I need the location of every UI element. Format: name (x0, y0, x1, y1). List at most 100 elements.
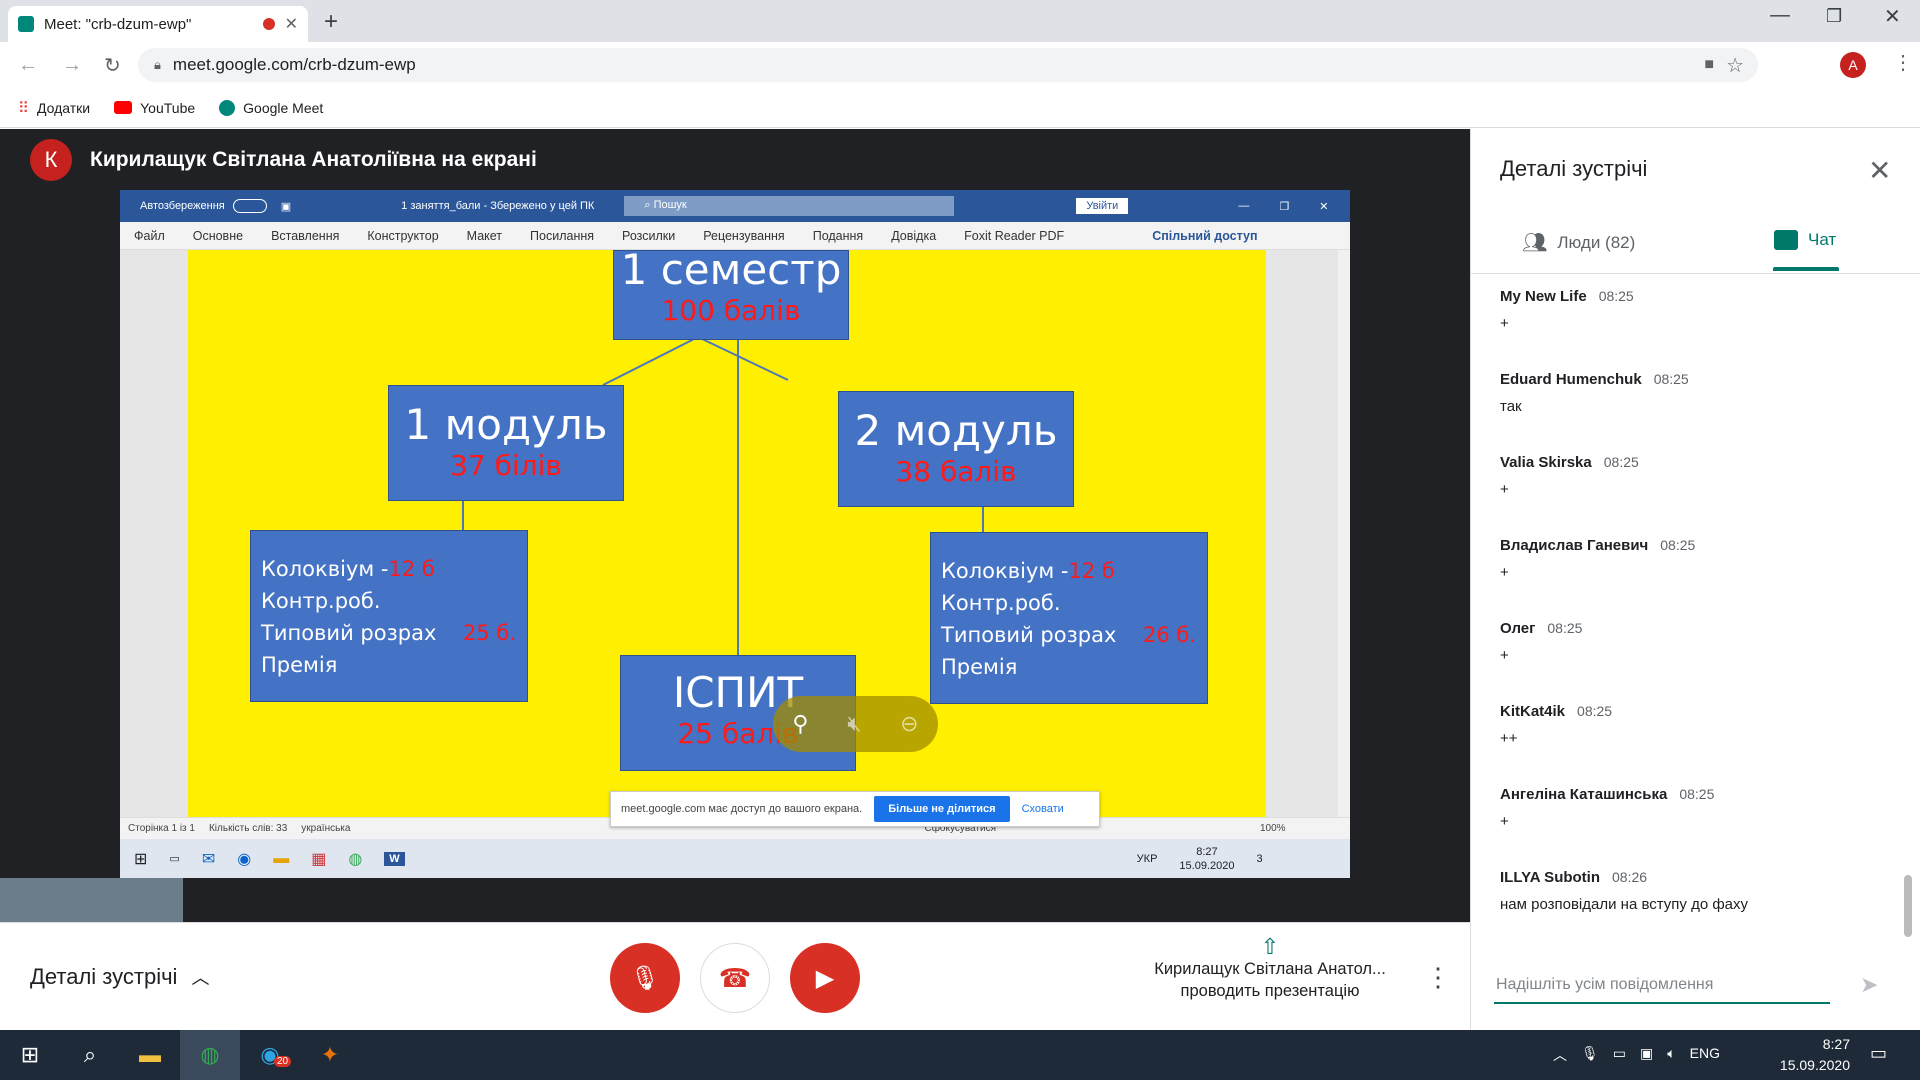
inner-notification-badge[interactable]: 3 (1256, 853, 1262, 865)
tab-chat[interactable]: Чат (1774, 230, 1836, 250)
autosave-toggle[interactable] (232, 199, 267, 213)
mic-off-button[interactable]: 🎙︎ (610, 943, 680, 1013)
new-tab-button[interactable]: + (324, 8, 338, 36)
bookmark-apps[interactable]: ⠿ Додатки (18, 99, 90, 117)
leave-call-button[interactable]: ☎︎ (700, 943, 770, 1013)
profile-avatar[interactable]: A (1840, 52, 1866, 78)
message-time: 08:25 (1577, 703, 1613, 719)
breakdown-item: Колоквіум - (941, 559, 1069, 583)
breakdown-item: Премія (261, 653, 338, 677)
store-icon[interactable]: ▦ (311, 849, 326, 869)
tab-close-icon[interactable]: ✕ (285, 14, 298, 34)
ribbon-tab[interactable]: Конструктор (367, 229, 438, 243)
chat-message: Владислав Ганевич 08:25 + (1500, 537, 1900, 581)
tab-people[interactable]: 👥︎ Люди (82) (1522, 230, 1635, 255)
star-icon[interactable]: ☆ (1726, 53, 1744, 78)
save-icon[interactable]: ▣ (281, 200, 291, 213)
module2-breakdown-box: Колоквіум -12 б Контр.роб. Типовий розра… (930, 532, 1208, 704)
tray-lang[interactable]: ENG (1690, 1045, 1720, 1065)
share-button[interactable]: Спільний доступ (1152, 229, 1257, 243)
windows-start-button[interactable]: ⊞ (0, 1030, 60, 1080)
send-icon[interactable]: ➤ (1860, 972, 1878, 998)
ribbon-tab[interactable]: Вставлення (271, 229, 339, 243)
edge-icon[interactable]: ◉ (237, 849, 251, 869)
presenting-name: Кирилащук Світлана Анатол... (1154, 960, 1386, 978)
windows-start-icon[interactable]: ⊞ (134, 849, 147, 869)
word-scrollbar[interactable] (1338, 250, 1350, 817)
module1-box: 1 модуль 37 білів (388, 385, 624, 501)
ribbon-tab[interactable]: Довідка (891, 229, 936, 243)
mic-tray-icon[interactable]: 🎙︎ (1581, 1045, 1599, 1065)
browser-tab[interactable]: Meet: "crb-dzum-ewp" ✕ (8, 6, 308, 42)
task-view-icon[interactable]: ▭ (169, 852, 179, 865)
hide-button[interactable]: Сховати (1022, 803, 1064, 815)
word-search[interactable]: ⌕ Пошук (624, 196, 955, 216)
ribbon-tab[interactable]: Foxit Reader PDF (964, 229, 1064, 243)
stop-sharing-button[interactable]: Більше не ділитися (874, 796, 1010, 822)
mail-icon[interactable]: ✉ (202, 849, 215, 869)
chat-scrollbar[interactable] (1904, 875, 1912, 937)
restore-button[interactable]: ❐ (1826, 6, 1842, 27)
bookmark-youtube[interactable]: YouTube (114, 100, 195, 116)
search-button[interactable]: ⌕ (60, 1030, 120, 1080)
ribbon-tab[interactable]: Рецензування (703, 229, 784, 243)
panel-close-icon[interactable]: ✕ (1868, 154, 1891, 187)
presenter-banner-text: Кирилащук Світлана Анатоліївна на екрані (90, 148, 537, 171)
chrome-icon[interactable]: ◍ (348, 849, 362, 869)
more-options-icon[interactable]: ⋮ (1425, 962, 1451, 993)
word-titlebar: Автозбереження ▣ 1 заняття_бали - Збереж… (120, 190, 1350, 222)
ribbon-tab[interactable]: Розсилки (622, 229, 675, 243)
chrome-taskbar-button[interactable]: ◍ (180, 1030, 240, 1080)
action-center-icon[interactable]: ▭ (1870, 1043, 1887, 1064)
semester-points: 100 балів (661, 294, 801, 327)
volume-icon[interactable]: 🔈︎ (1667, 1045, 1675, 1065)
minimize-button[interactable]: — (1770, 4, 1790, 27)
ribbon-tab[interactable]: Макет (467, 229, 502, 243)
ribbon-tab[interactable]: Основне (193, 229, 243, 243)
meeting-details-button[interactable]: Деталі зустрічі ︿ (30, 964, 209, 990)
battery-icon[interactable]: ▭ (1613, 1045, 1626, 1065)
sender-name: My New Life (1500, 288, 1587, 305)
pin-icon[interactable]: ⚲ (792, 711, 808, 737)
camera-icon[interactable]: ■ (1704, 56, 1714, 74)
tray-chevron-icon[interactable]: ︿ (1553, 1045, 1567, 1065)
camera-off-button[interactable]: ▶︎ (790, 943, 860, 1013)
share-notice-text: meet.google.com має доступ до вашого екр… (621, 803, 863, 815)
explorer-icon[interactable]: ▬ (273, 850, 289, 868)
signin-button[interactable]: Увійти (1076, 198, 1129, 214)
back-icon[interactable]: ← (18, 54, 38, 77)
taskbar-clock[interactable]: 8:27 15.09.2020 (1780, 1034, 1850, 1076)
self-video-tile (0, 878, 183, 922)
system-tray: ︿ 🎙︎ ▭ ▣ 🔈︎ ENG (1553, 1045, 1720, 1065)
taskbar-time: 8:27 (1822, 1036, 1850, 1052)
ribbon-tab[interactable]: Подання (813, 229, 863, 243)
presenting-indicator[interactable]: ⇧ Кирилащук Світлана Анатол... проводить… (1140, 936, 1400, 1002)
meet-favicon-icon (18, 16, 34, 32)
chat-input[interactable]: Надішліть усім повідомлення (1494, 976, 1830, 1004)
url-text: meet.google.com/crb-dzum-ewp (172, 55, 416, 74)
app-button[interactable]: ✦ (300, 1030, 360, 1080)
word-maximize[interactable]: ❐ (1279, 200, 1289, 213)
word-close[interactable]: ✕ (1319, 200, 1328, 213)
reload-icon[interactable]: ↻ (104, 53, 121, 78)
message-text: + (1500, 481, 1509, 498)
telegram-button[interactable]: ◉ 20 (240, 1030, 300, 1080)
forward-icon[interactable]: → (62, 54, 82, 77)
bookmark-google-meet[interactable]: Google Meet (219, 99, 323, 116)
tab-people-label: Люди (82) (1557, 232, 1636, 252)
diagram-page: 1 семестр 100 балів 1 модуль 37 білів 2 … (188, 245, 1266, 817)
address-bar[interactable]: 🔒︎ meet.google.com/crb-dzum-ewp ■ ☆ (138, 48, 1758, 82)
close-window-button[interactable]: ✕ (1884, 4, 1901, 29)
word-minimize[interactable]: — (1238, 200, 1249, 212)
menu-icon[interactable]: ⋮ (1893, 50, 1913, 75)
ribbon-tab[interactable]: Посилання (530, 229, 594, 243)
module2-title: 2 модуль (854, 406, 1058, 455)
file-explorer-button[interactable]: ▬ (120, 1030, 180, 1080)
ribbon-tab[interactable]: Файл (134, 229, 165, 243)
chat-message: KitKat4ik 08:25 ++ (1500, 703, 1900, 747)
word-icon[interactable]: W (384, 851, 405, 866)
mute-icon[interactable]: 🔇︎ (847, 711, 861, 737)
semester-box: 1 семестр 100 балів (613, 245, 849, 340)
network-icon[interactable]: ▣ (1640, 1045, 1653, 1065)
remove-icon[interactable]: ⊖ (900, 711, 918, 737)
